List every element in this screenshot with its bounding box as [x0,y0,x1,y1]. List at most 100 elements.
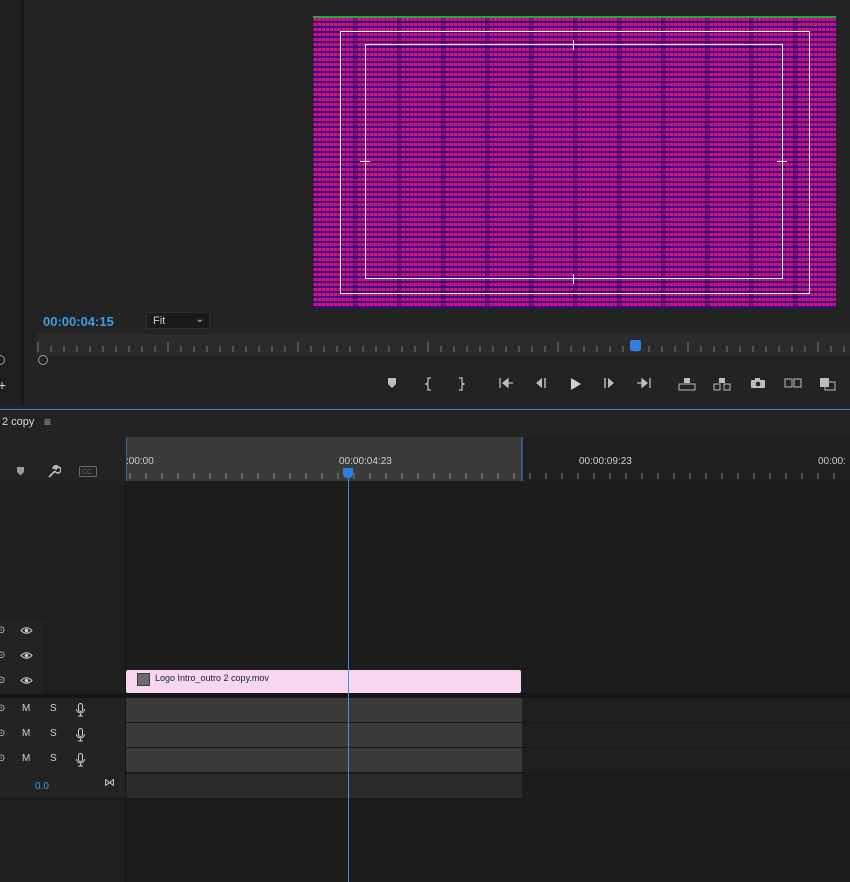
button-editor-icon [820,378,836,391]
step-back-icon [536,378,546,388]
solo-button[interactable]: S [50,728,57,739]
mute-button[interactable]: M [22,703,30,714]
chevron-down-icon: ⌄ [195,314,204,325]
zoom-level-select[interactable]: Fit ⌄ [146,312,210,329]
panel-divider-active [0,409,850,410]
track-header: ⊙ [0,620,125,644]
eye-icon[interactable] [20,626,33,635]
add-marker-button[interactable] [382,375,402,393]
audio-empty [522,723,850,747]
extract-icon [713,378,731,391]
title-safe-guide [365,44,783,279]
bowtie-icon[interactable]: ⋈ [104,776,115,789]
eye-icon[interactable] [20,651,33,660]
mark-in-button[interactable] [419,375,439,393]
safe-tick-bottom [573,274,574,284]
monitor-time-ruler[interactable] [36,334,850,356]
solo-button[interactable]: S [50,703,57,714]
safe-tick-right [777,161,787,162]
audio-empty [522,698,850,722]
clip-name: Logo Intro_outro 2 copy.mov [155,673,269,683]
fx-badge-icon [137,673,150,686]
audio-track-1[interactable]: ⊙ M S [0,698,850,723]
mark-out-icon [459,377,466,391]
play-icon [571,378,581,390]
monitor-playhead[interactable] [630,340,641,351]
left-panel-edge [0,0,24,405]
sequence-tab[interactable]: 2 copy [2,416,34,428]
track-name-field[interactable] [42,620,125,644]
go-to-in-button[interactable] [496,375,516,393]
track-name-field[interactable] [42,645,125,669]
audio-track-3[interactable]: ⊙ M S [0,748,850,773]
sync-lock-icon[interactable]: ⊙ [0,703,5,714]
go-to-in-icon [499,377,513,389]
button-editor-button[interactable] [818,375,838,393]
svg-text:CC: CC [82,469,92,476]
step-back-button[interactable] [530,375,550,393]
sync-lock-icon[interactable]: ⊙ [0,650,5,661]
audio-track-2[interactable]: ⊙ M S [0,723,850,748]
video-track-2[interactable]: ⊙ [0,645,850,669]
step-forward-icon [604,378,614,388]
microphone-icon[interactable] [76,728,85,742]
comparison-icon [784,378,802,388]
sync-lock-icon[interactable]: ⊙ [0,675,5,686]
marker-icon [388,378,396,388]
sync-lock-icon[interactable]: ⊙ [0,753,5,764]
lift-button[interactable] [677,375,697,393]
audio-fill [126,698,522,722]
track-header: ⊙ M S [0,698,125,723]
extract-button[interactable] [712,375,732,393]
step-forward-button[interactable] [600,375,620,393]
camera-icon [751,378,765,388]
sync-lock-icon[interactable]: ⊙ [0,728,5,739]
video-preview[interactable] [313,16,836,308]
video-track-3[interactable]: ⊙ [0,620,850,644]
zoom-level-value: Fit [153,315,166,327]
export-frame-button[interactable] [748,375,768,393]
mute-button[interactable]: M [22,753,30,764]
go-to-out-icon [637,377,651,389]
hamburger-icon[interactable]: ≡ [44,415,51,429]
wrench-icon[interactable] [46,464,62,482]
audio-fill [126,723,522,747]
ruler-label-end: 00:00: [818,456,846,467]
ruler-label-playhead: 00:00:04:23 [339,456,392,467]
microphone-icon[interactable] [76,703,85,717]
timeline-ruler-ticks [126,437,835,481]
timeline-playhead[interactable] [343,468,353,478]
master-volume-value[interactable]: 0.0 [35,781,49,792]
eye-icon[interactable] [20,676,33,685]
monitor-ruler-ticks [37,342,845,352]
mark-in-icon [424,377,431,391]
track-header: ⊙ M S [0,723,125,748]
add-button-icon[interactable]: + [0,377,6,393]
timeline-playhead-line [348,478,349,882]
playhead-timecode[interactable]: 00:00:04:15 [43,314,114,329]
master-track[interactable] [0,774,850,799]
ruler-label-start: :00:00 [126,456,154,467]
microphone-icon[interactable] [76,753,85,767]
sync-lock-icon[interactable]: ⊙ [0,625,5,636]
audio-empty [522,748,850,772]
play-button[interactable] [565,375,585,393]
track-header: ⊙ M S [0,748,125,773]
audio-fill [126,748,522,772]
master-fill [126,774,522,798]
lift-icon [678,378,696,391]
ruler-label-mid: 00:00:09:23 [579,456,632,467]
marker-icon[interactable] [16,466,25,479]
go-to-out-button[interactable] [634,375,654,393]
solo-button[interactable]: S [50,753,57,764]
zoom-handle[interactable] [38,355,48,365]
track-header: ⊙ [0,645,125,669]
captions-icon[interactable]: CC [79,466,97,480]
safe-tick-top [573,40,574,50]
mark-out-button[interactable] [451,375,471,393]
track-header: ⊙ [0,670,125,694]
safe-tick-left [360,161,370,162]
comparison-view-button[interactable] [783,375,803,393]
mute-button[interactable]: M [22,728,30,739]
track-name-field[interactable] [42,670,125,694]
